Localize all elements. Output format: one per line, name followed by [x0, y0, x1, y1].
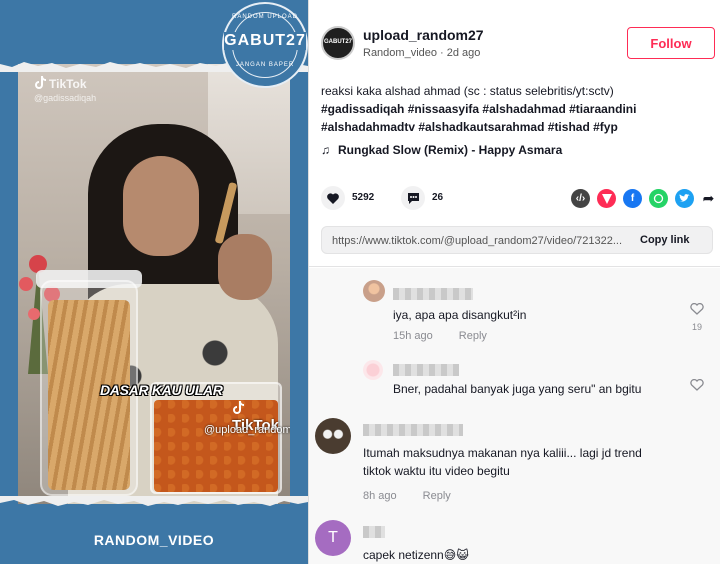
- share-arrow-icon[interactable]: ➦: [699, 189, 718, 208]
- author-avatar[interactable]: GABUT27: [321, 26, 355, 60]
- description-text: reaksi kaka alshad ahmad (sc : status se…: [321, 84, 614, 98]
- copy-link-button[interactable]: Copy link: [640, 234, 690, 246]
- person-face: [123, 156, 199, 256]
- video-panel[interactable]: TikTok @gadissadiqah DASAR KAU ULAR TikT…: [0, 0, 308, 564]
- music-track[interactable]: ♫ Rungkad Slow (Remix) - Happy Asmara: [321, 143, 562, 157]
- video-footer-label: RANDOM_VIDEO: [93, 532, 215, 548]
- badge-top-text: RANDOM UPLOAD: [231, 14, 298, 20]
- commenter-name-blurred[interactable]: [393, 288, 473, 300]
- comment-text-line-2: tiktok waktu itu video begitu: [363, 464, 510, 478]
- caption-overlay: DASAR KAU ULAR: [100, 382, 223, 398]
- commenter-name-blurred[interactable]: [363, 424, 463, 436]
- torn-edge-bottom: [0, 496, 308, 506]
- like-count: 5292: [352, 192, 375, 203]
- commenter-name-blurred[interactable]: [363, 526, 385, 538]
- music-note-icon: ♫: [321, 143, 330, 157]
- watermark-handle-small: @gadissadiqah: [34, 93, 97, 103]
- tiktok-logo-icon: [35, 76, 46, 89]
- heart-outline-icon: [690, 302, 704, 315]
- commenter-avatar[interactable]: T: [315, 520, 351, 556]
- facebook-icon[interactable]: f: [623, 189, 642, 208]
- avatar-text: GABUT27: [323, 39, 352, 45]
- channel-badge: RANDOM UPLOAD GABUT27 JANGAN BAPER: [222, 2, 308, 88]
- tiktok-logo-icon: [233, 401, 244, 414]
- comment-like-button[interactable]: [689, 302, 705, 320]
- phone-icon: [653, 193, 664, 204]
- send-icon[interactable]: [597, 189, 616, 208]
- commenter-avatar[interactable]: [315, 418, 351, 454]
- comment-time: 15h ago: [393, 330, 433, 342]
- comment-count: 26: [432, 192, 444, 203]
- watermark-handle-large: @upload_random27: [204, 424, 290, 436]
- comment-text: iya, apa apa disangkut²in: [393, 308, 527, 322]
- reply-button[interactable]: Reply: [423, 490, 451, 502]
- comment-list[interactable]: iya, apa apa disangkut²in 15h ago Reply 1…: [309, 268, 720, 564]
- comment-time: 8h ago: [363, 490, 397, 502]
- person-hand: [218, 234, 272, 300]
- comment-text-line-1: Itumah maksudnya makanan nya kaliii... l…: [363, 446, 642, 460]
- tiktok-brand-small: TikTok: [49, 77, 87, 91]
- badge-title: GABUT27: [224, 32, 306, 50]
- comment-text: capek netizenn😅😺: [363, 548, 469, 562]
- hashtags-line-2[interactable]: #alshadahmadtv #alshadkautsarahmad #tish…: [321, 118, 713, 136]
- reply-button[interactable]: Reply: [459, 330, 487, 342]
- commenter-avatar[interactable]: [363, 280, 385, 302]
- author-subline: Random_video · 2d ago: [363, 47, 481, 59]
- commenter-avatar[interactable]: [363, 360, 383, 380]
- music-title: Rungkad Slow (Remix) - Happy Asmara: [338, 143, 563, 157]
- like-button[interactable]: [321, 186, 345, 210]
- video-link-url[interactable]: https://www.tiktok.com/@upload_random27/…: [332, 235, 632, 247]
- author-username[interactable]: upload_random27: [363, 27, 484, 43]
- heart-icon: [327, 192, 339, 204]
- post-panel: GABUT27 upload_random27 Random_video · 2…: [308, 0, 720, 564]
- comment-text: Bner, padahal banyak juga yang seru" an …: [393, 382, 642, 396]
- follow-button[interactable]: Follow: [627, 27, 715, 59]
- embed-icon[interactable]: ‹/›: [571, 189, 590, 208]
- comment-like-button[interactable]: [689, 378, 705, 396]
- badge-bottom-text: JANGAN BAPER: [235, 62, 295, 68]
- hashtags-line-1[interactable]: #gadissadiqah #nissaasyifa #alshadahmad …: [321, 100, 713, 118]
- heart-outline-icon: [690, 378, 704, 391]
- link-bar: https://www.tiktok.com/@upload_random27/…: [321, 226, 713, 254]
- commenter-name-blurred[interactable]: [393, 364, 459, 376]
- tiktok-watermark-small: TikTok: [34, 76, 87, 91]
- comment-meta: 15h ago Reply: [393, 330, 487, 342]
- whatsapp-icon[interactable]: [649, 189, 668, 208]
- action-bar: 5292 26 ‹/› f ➦: [321, 186, 720, 212]
- comment-meta: 8h ago Reply: [363, 490, 451, 502]
- comment-button[interactable]: [401, 186, 425, 210]
- paper-plane-icon: [601, 193, 612, 204]
- post-description: reaksi kaka alshad ahmad (sc : status se…: [321, 82, 713, 136]
- comment-icon: [407, 193, 419, 204]
- bird-icon: [679, 194, 690, 202]
- comment-like-count: 19: [691, 322, 702, 332]
- video-frame[interactable]: TikTok @gadissadiqah DASAR KAU ULAR TikT…: [18, 64, 290, 504]
- twitter-icon[interactable]: [675, 189, 694, 208]
- section-divider: [309, 266, 720, 267]
- post-header: GABUT27 upload_random27 Random_video · 2…: [309, 0, 720, 70]
